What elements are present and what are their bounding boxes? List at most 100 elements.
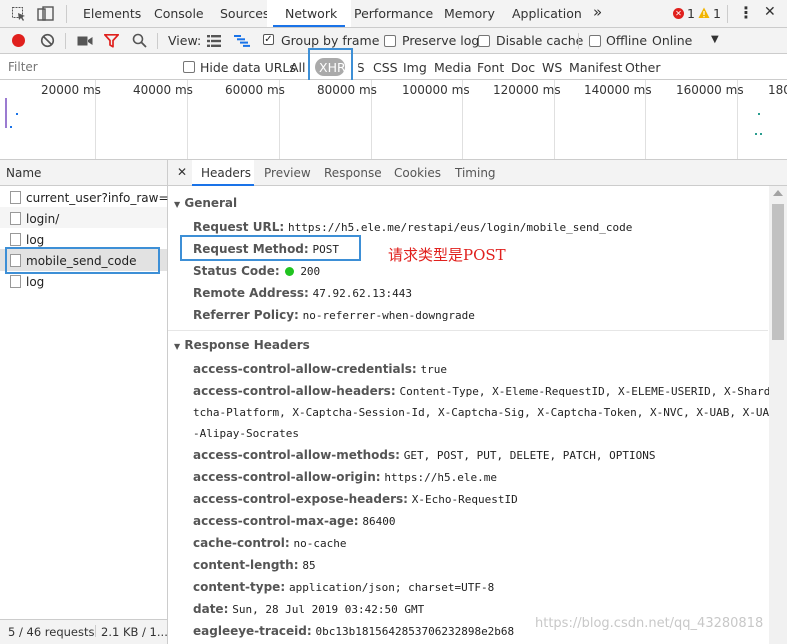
group-by-frame-checkbox[interactable]: ✓ <box>263 34 274 45</box>
chevron-down-icon[interactable]: ▼ <box>711 34 719 45</box>
transfer-size: 2.1 KB / 1... <box>101 625 168 639</box>
warning-count[interactable]: 1 <box>713 6 721 21</box>
disable-cache-checkbox[interactable] <box>478 35 490 47</box>
response-header-row: access-control-allow-origin: https://h5.… <box>193 470 497 484</box>
disable-cache-label[interactable]: Disable cache <box>496 33 583 48</box>
tab-elements[interactable]: Elements <box>83 6 141 21</box>
filter-funnel-icon[interactable] <box>103 33 120 51</box>
inspect-element-icon[interactable] <box>11 6 27 25</box>
response-header-row: access-control-allow-credentials: true <box>193 362 448 376</box>
request-url-row: Request URL: https://h5.ele.me/restapi/e… <box>193 220 633 234</box>
overview-tick: 160000 ms <box>676 83 744 97</box>
error-icon[interactable]: ✕ <box>673 8 684 19</box>
devtools-tab-bar: Elements Console Sources Network Perform… <box>0 0 787 28</box>
filter-bar: Hide data URLs All XHR JS CSS Img Media … <box>0 54 787 80</box>
request-row[interactable]: current_user?info_raw={} <box>26 191 184 205</box>
tab-console[interactable]: Console <box>154 6 204 21</box>
close-devtools-button[interactable]: ✕ <box>764 4 776 20</box>
error-count[interactable]: 1 <box>687 6 695 21</box>
response-header-row: eagleeye-traceid: 0bc13b1815642853706232… <box>193 624 515 638</box>
selected-request-highlight-box <box>5 247 160 274</box>
record-icon[interactable] <box>12 34 25 47</box>
group-by-frame-label[interactable]: Group by frame <box>281 33 379 48</box>
tab-network[interactable]: Network <box>285 6 337 21</box>
overview-request-marks <box>760 133 762 135</box>
request-count: 5 / 46 requests <box>8 625 95 639</box>
offline-label[interactable]: Offline <box>606 33 647 48</box>
close-details-button[interactable]: ✕ <box>177 165 187 179</box>
request-row[interactable]: log <box>26 233 44 247</box>
response-headers-section-title[interactable]: ▼ Response Headers <box>174 338 310 352</box>
response-header-row: content-length: 85 <box>193 558 316 572</box>
clear-icon[interactable] <box>40 33 55 51</box>
type-filter-css[interactable]: CSS <box>373 60 398 75</box>
warning-icon[interactable] <box>698 7 710 22</box>
scrollbar-thumb[interactable] <box>772 204 784 340</box>
tab-network-underline <box>273 25 345 27</box>
overview-tick: 80000 ms <box>317 83 377 97</box>
file-icon <box>10 191 21 204</box>
details-tab-response[interactable]: Response <box>324 166 382 180</box>
scrollbar-up-arrow[interactable] <box>773 190 783 196</box>
watermark: https://blog.csdn.net/qq_43280818 <box>535 616 764 631</box>
response-header-row: cache-control: no-cache <box>193 536 347 550</box>
general-section-title[interactable]: ▼ General <box>174 196 237 210</box>
request-method-highlight-box <box>180 235 361 261</box>
type-filter-media[interactable]: Media <box>434 60 472 75</box>
type-filter-ws[interactable]: WS <box>542 60 562 75</box>
waterfall-icon[interactable] <box>234 35 250 50</box>
overview-request-marks <box>758 113 760 115</box>
response-header-row: access-control-expose-headers: X-Echo-Re… <box>193 492 518 506</box>
details-tab-headers[interactable]: Headers <box>201 166 251 180</box>
type-filter-other[interactable]: Other <box>625 60 661 75</box>
search-icon[interactable] <box>132 33 147 51</box>
request-details: ✕ Headers Preview Response Cookies Timin… <box>168 160 787 644</box>
type-filter-manifest[interactable]: Manifest <box>569 60 622 75</box>
response-header-row: content-type: application/json; charset=… <box>193 580 495 594</box>
request-row[interactable]: login/ <box>26 212 59 226</box>
overview-tick: 180 <box>768 83 787 97</box>
preserve-log-checkbox[interactable] <box>384 35 396 47</box>
network-overview-timeline[interactable]: 20000 ms 40000 ms 60000 ms 80000 ms 1000… <box>0 80 787 160</box>
status-ok-dot-icon <box>285 267 295 276</box>
type-filter-font[interactable]: Font <box>477 60 504 75</box>
preserve-log-label[interactable]: Preserve log <box>402 33 479 48</box>
screenshot-camera-icon[interactable] <box>77 35 93 50</box>
tab-application[interactable]: Application <box>512 6 582 21</box>
request-row[interactable]: log <box>26 275 44 289</box>
type-filter-doc[interactable]: Doc <box>511 60 535 75</box>
overview-request-marks <box>755 133 757 135</box>
response-header-row: access-control-allow-methods: GET, POST,… <box>193 448 656 462</box>
device-toolbar-icon[interactable] <box>37 6 55 25</box>
details-tab-preview[interactable]: Preview <box>264 166 311 180</box>
file-icon <box>10 275 21 288</box>
details-tab-cookies[interactable]: Cookies <box>394 166 441 180</box>
more-tabs-button[interactable]: » <box>593 3 602 21</box>
hide-data-urls-checkbox[interactable] <box>183 61 195 73</box>
response-header-row: date: Sun, 28 Jul 2019 03:42:50 GMT <box>193 602 425 616</box>
type-filter-img[interactable]: Img <box>403 60 427 75</box>
overview-tick: 60000 ms <box>225 83 285 97</box>
name-column-header[interactable]: Name <box>6 166 41 180</box>
response-header-row: access-control-max-age: 86400 <box>193 514 396 528</box>
large-rows-icon[interactable] <box>207 35 221 50</box>
tab-headers-underline <box>192 184 254 186</box>
customize-menu-button[interactable]: ⋮ <box>738 3 754 22</box>
request-list: Name current_user?info_raw={} login/ log… <box>0 160 184 644</box>
offline-checkbox[interactable] <box>589 35 601 47</box>
xhr-highlight-box <box>308 48 353 82</box>
hide-data-urls-label[interactable]: Hide data URLs <box>200 60 296 75</box>
type-filter-all[interactable]: All <box>290 60 306 75</box>
tab-memory[interactable]: Memory <box>444 6 495 21</box>
filter-input[interactable] <box>4 57 170 76</box>
overview-tick: 40000 ms <box>133 83 193 97</box>
tab-sources[interactable]: Sources <box>220 6 269 21</box>
overview-tick: 140000 ms <box>584 83 652 97</box>
response-header-row: access-control-allow-headers: Content-Ty… <box>193 384 787 398</box>
overview-tick: 20000 ms <box>41 83 101 97</box>
throttling-select[interactable]: Online <box>652 33 692 48</box>
type-filter-js[interactable]: JS <box>358 60 364 75</box>
tab-performance[interactable]: Performance <box>354 6 433 21</box>
details-tab-timing[interactable]: Timing <box>455 166 496 180</box>
view-label: View: <box>168 33 202 48</box>
